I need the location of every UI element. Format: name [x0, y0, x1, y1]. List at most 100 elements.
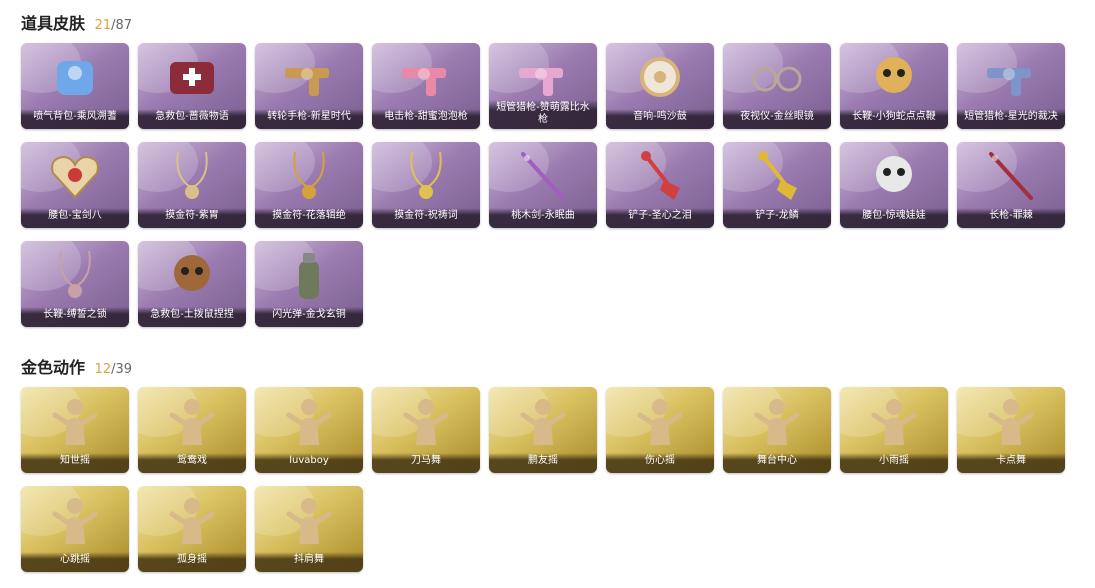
skin-card[interactable]: 铲子-龙鳞 [723, 142, 831, 228]
card-label: 孤身摇 [138, 552, 246, 572]
card-label: 抖肩舞 [255, 552, 363, 572]
gold-emotes-grid: 知世摇 鸳鸯戏 luvaboy 刀马舞 鹏友摇 伤心摇 舞台中心 小雨摇 卡点舞心跳摇 孤身摇 抖肩… [21, 387, 1071, 572]
skin-card[interactable]: 长枪-罪棘 [957, 142, 1065, 228]
shovel-icon [745, 148, 809, 204]
spear-icon [979, 148, 1043, 204]
dance-pose-icon [277, 492, 341, 548]
emote-card[interactable]: 卡点舞 [957, 387, 1065, 473]
skin-card[interactable]: 急救包-土拨鼠捏捏 [138, 241, 246, 327]
dance-pose-icon [979, 393, 1043, 449]
skin-card[interactable]: 闪光弹-金戈玄铜 [255, 241, 363, 327]
card-label: 小雨摇 [840, 453, 948, 473]
amulet-icon [394, 148, 458, 204]
emote-card[interactable]: 伤心摇 [606, 387, 714, 473]
card-label: 音响-鸣沙鼓 [606, 109, 714, 129]
emote-card[interactable]: 小雨摇 [840, 387, 948, 473]
skin-card[interactable]: 桃木剑-永眠曲 [489, 142, 597, 228]
skin-card[interactable]: 铲子-圣心之泪 [606, 142, 714, 228]
sword-icon [511, 148, 575, 204]
card-label: 鸳鸯戏 [138, 453, 246, 473]
dance-pose-icon [277, 393, 341, 449]
card-label: luvaboy [255, 453, 363, 473]
card-label: 急救包-土拨鼠捏捏 [138, 307, 246, 327]
emote-card[interactable]: luvaboy [255, 387, 363, 473]
dance-pose-icon [745, 393, 809, 449]
card-label: 腰包-惊魂娃娃 [840, 208, 948, 228]
groundhog-icon [160, 247, 224, 303]
emote-card[interactable]: 鹏友摇 [489, 387, 597, 473]
skin-card[interactable]: 长鞭-缚誓之锁 [21, 241, 129, 327]
emote-card[interactable]: 鸳鸯戏 [138, 387, 246, 473]
card-label: 长枪-罪棘 [957, 208, 1065, 228]
jetpack-icon [43, 49, 107, 105]
skin-card[interactable]: 长鞭-小狗蛇点点鞭 [840, 43, 948, 129]
card-label: 知世摇 [21, 453, 129, 473]
card-label: 急救包-蔷薇物语 [138, 109, 246, 129]
card-label: 夜视仪-金丝眼镜 [723, 109, 831, 129]
card-label: 闪光弹-金戈玄铜 [255, 307, 363, 327]
card-label: 长鞭-小狗蛇点点鞭 [840, 109, 948, 129]
skin-card[interactable]: 电击枪-甜蜜泡泡枪 [372, 43, 480, 129]
card-label: 长鞭-缚誓之锁 [21, 307, 129, 327]
skin-card[interactable]: 夜视仪-金丝眼镜 [723, 43, 831, 129]
card-label: 桃木剑-永眠曲 [489, 208, 597, 228]
section-heading: 道具皮肤 [21, 14, 86, 33]
skin-card[interactable]: 转轮手枪-新星时代 [255, 43, 363, 129]
dance-pose-icon [160, 492, 224, 548]
card-label: 铲子-龙鳞 [723, 208, 831, 228]
emote-card[interactable]: 孤身摇 [138, 486, 246, 572]
shotgun-icon [979, 49, 1043, 105]
collection-count: 21/87 [94, 18, 133, 33]
card-label: 转轮手枪-新星时代 [255, 109, 363, 129]
grenade-icon [277, 247, 341, 303]
emote-card[interactable]: 抖肩舞 [255, 486, 363, 572]
card-label: 摸金符-紫胃 [138, 208, 246, 228]
speaker-icon [628, 49, 692, 105]
skin-card[interactable]: 短管猎枪-星光的裁决 [957, 43, 1065, 129]
card-label: 鹏友摇 [489, 453, 597, 473]
skin-card[interactable]: 摸金符-花落辑绝 [255, 142, 363, 228]
card-label: 舞台中心 [723, 453, 831, 473]
collection-count: 12/39 [94, 362, 133, 377]
amulet-icon [277, 148, 341, 204]
doll-pouch-icon [862, 148, 926, 204]
amulet-icon [160, 148, 224, 204]
skin-card[interactable]: 喷气背包-乘风溯蓍 [21, 43, 129, 129]
skin-card[interactable]: 音响-鸣沙鼓 [606, 43, 714, 129]
emote-card[interactable]: 心跳摇 [21, 486, 129, 572]
dance-pose-icon [862, 393, 926, 449]
card-label: 摸金符-花落辑绝 [255, 208, 363, 228]
emote-card[interactable]: 知世摇 [21, 387, 129, 473]
shotgun-icon [511, 49, 575, 105]
emote-card[interactable]: 刀马舞 [372, 387, 480, 473]
section-title-gold-emotes: 金色动作 12/39 [21, 354, 132, 378]
skin-card[interactable]: 腰包-宝剑八 [21, 142, 129, 228]
dance-pose-icon [160, 393, 224, 449]
skin-card[interactable]: 腰包-惊魂娃娃 [840, 142, 948, 228]
card-label: 摸金符-祝祷词 [372, 208, 480, 228]
section-heading: 金色动作 [21, 358, 86, 377]
skin-card[interactable]: 摸金符-紫胃 [138, 142, 246, 228]
card-label: 短管猎枪-赞萌露比水枪 [489, 100, 597, 129]
card-label: 短管猎枪-星光的裁决 [957, 109, 1065, 129]
dance-pose-icon [394, 393, 458, 449]
card-label: 喷气背包-乘风溯蓍 [21, 109, 129, 129]
section-title-item-skins: 道具皮肤 21/87 [21, 10, 132, 34]
revolver-icon [277, 49, 341, 105]
shovel-icon [628, 148, 692, 204]
dance-pose-icon [43, 393, 107, 449]
skin-card[interactable]: 摸金符-祝祷词 [372, 142, 480, 228]
card-label: 刀马舞 [372, 453, 480, 473]
card-label: 心跳摇 [21, 552, 129, 572]
card-label: 卡点舞 [957, 453, 1065, 473]
card-label: 伤心摇 [606, 453, 714, 473]
taser-icon [394, 49, 458, 105]
glasses-icon [745, 49, 809, 105]
card-label: 电击枪-甜蜜泡泡枪 [372, 109, 480, 129]
item-skins-grid: 喷气背包-乘风溯蓍 急救包-蔷薇物语 转轮手枪-新星时代 电击枪-甜蜜泡泡枪 短管猎枪-… [21, 43, 1071, 327]
skin-card[interactable]: 短管猎枪-赞萌露比水枪 [489, 43, 597, 129]
card-label: 铲子-圣心之泪 [606, 208, 714, 228]
heart-pouch-icon [43, 148, 107, 204]
emote-card[interactable]: 舞台中心 [723, 387, 831, 473]
skin-card[interactable]: 急救包-蔷薇物语 [138, 43, 246, 129]
